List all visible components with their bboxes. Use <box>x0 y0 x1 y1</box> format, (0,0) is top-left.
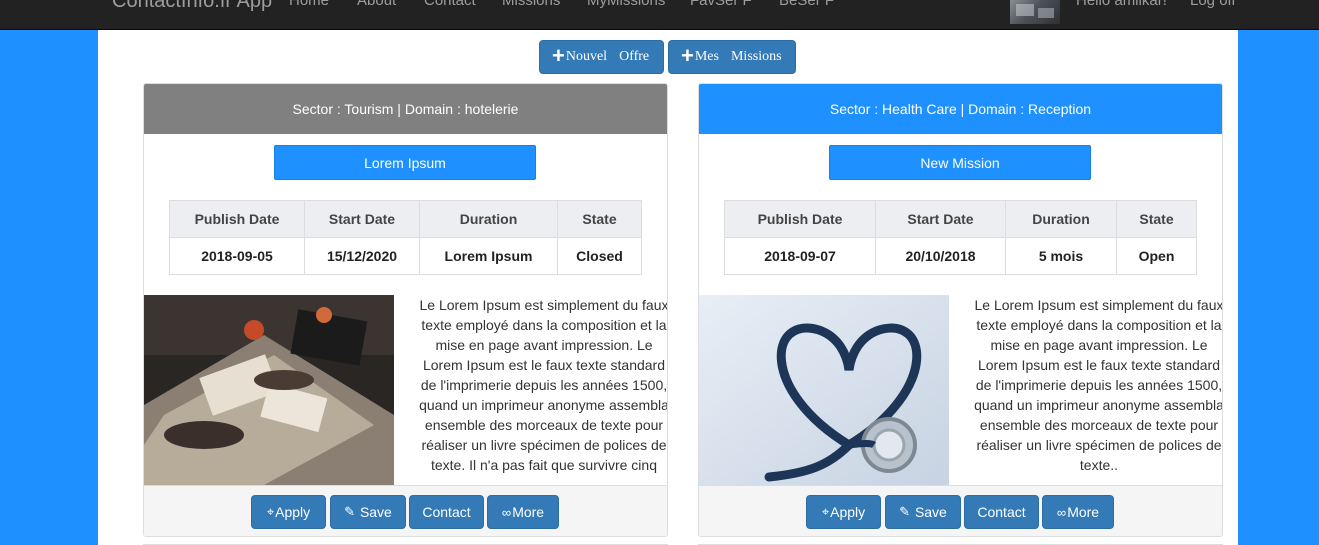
apply-button[interactable]: ⌖ Apply <box>251 495 326 529</box>
duration-cell: 5 mois <box>1005 237 1117 275</box>
new-offer-label-1: Nouvel <box>565 49 608 64</box>
glasses-icon: ∞ <box>501 504 512 520</box>
pushpin-icon: ✎ <box>899 504 911 519</box>
logout-link[interactable]: Log off <box>1190 0 1236 9</box>
main-container: + Nouvel Offre + Mes Missions Sector : T… <box>98 30 1238 545</box>
plus-icon: + <box>552 43 565 68</box>
heart-stethoscope-photo <box>699 295 949 485</box>
my-missions-label-1: Mes <box>694 49 719 64</box>
glasses-icon: ∞ <box>1056 504 1067 520</box>
crosshair-icon: ⌖ <box>266 504 275 519</box>
save-label: Save <box>359 504 392 520</box>
save-label: Save <box>914 504 947 520</box>
mission-title-button[interactable]: New Mission <box>829 145 1091 180</box>
card-footer: ⌖ Apply ✎ Save Contact ∞ More <box>144 485 667 536</box>
col-state: State <box>1116 200 1197 238</box>
publish-date-cell: 2018-09-07 <box>724 237 876 275</box>
publish-date-cell: 2018-09-05 <box>169 237 305 275</box>
mission-card-tourism: Sector : Tourism | Domain : hotelerie Lo… <box>143 83 668 537</box>
col-publish-date: Publish Date <box>169 200 305 238</box>
col-state: State <box>557 200 642 238</box>
apply-label: Apply <box>275 504 311 520</box>
crosshair-icon: ⌖ <box>821 504 830 519</box>
mission-info-table: Publish Date Start Date Duration State 2… <box>724 200 1197 275</box>
table-row: 2018-09-07 20/10/2018 5 mois Open <box>724 237 1197 275</box>
app-brand[interactable]: ContactInfo.fr App <box>112 0 272 13</box>
nav-link-about[interactable]: About <box>357 0 396 9</box>
table-row: 2018-09-05 15/12/2020 Lorem Ipsum Closed <box>169 237 642 275</box>
col-duration: Duration <box>1005 200 1117 238</box>
new-offer-button[interactable]: + Nouvel Offre <box>539 40 664 74</box>
card-header: Sector : Health Care | Domain : Receptio… <box>699 84 1222 134</box>
plus-icon: + <box>681 43 694 68</box>
mission-info-table: Publish Date Start Date Duration State 2… <box>169 200 642 275</box>
user-greeting[interactable]: Hello amilkar! <box>1076 0 1167 9</box>
nav-link-mymissions[interactable]: MyMissions <box>587 0 665 9</box>
state-cell: Closed <box>557 237 642 275</box>
mission-description: Le Lorem Ipsum est simplement du faux te… <box>419 297 668 473</box>
my-missions-button[interactable]: + Mes Missions <box>668 40 796 74</box>
apply-button[interactable]: ⌖ Apply <box>806 495 881 529</box>
state-cell: Open <box>1116 237 1197 275</box>
user-avatar[interactable] <box>1010 0 1060 24</box>
col-duration: Duration <box>419 200 558 238</box>
nav-link-contact[interactable]: Contact <box>424 0 476 9</box>
nav-link-missions[interactable]: Missions <box>502 0 560 9</box>
duration-cell: Lorem Ipsum <box>419 237 558 275</box>
card-header: Sector : Tourism | Domain : hotelerie <box>144 84 667 134</box>
nav-link-home[interactable]: Home <box>289 0 329 9</box>
start-date-cell: 20/10/2018 <box>875 237 1006 275</box>
contact-button[interactable]: Contact <box>409 495 484 529</box>
new-offer-label-2: Offre <box>619 49 650 64</box>
col-publish-date: Publish Date <box>724 200 876 238</box>
card-footer: ⌖ Apply ✎ Save Contact ∞ More <box>699 485 1222 536</box>
meeting-desk-photo <box>144 295 394 485</box>
top-navbar: ContactInfo.fr App Home About Contact Mi… <box>0 0 1319 30</box>
mission-card-health-care: Sector : Health Care | Domain : Receptio… <box>698 83 1223 537</box>
contact-button[interactable]: Contact <box>964 495 1039 529</box>
col-start-date: Start Date <box>875 200 1006 238</box>
more-label: More <box>1067 504 1100 520</box>
more-label: More <box>512 504 545 520</box>
pushpin-icon: ✎ <box>344 504 356 519</box>
nav-link-beser[interactable]: BeSer F <box>779 0 834 9</box>
apply-label: Apply <box>830 504 866 520</box>
save-button[interactable]: ✎ Save <box>330 495 406 529</box>
nav-link-favser[interactable]: FavSer F <box>690 0 752 9</box>
mission-description: Le Lorem Ipsum est simplement du faux te… <box>974 297 1223 473</box>
start-date-cell: 15/12/2020 <box>304 237 420 275</box>
my-missions-label-2: Missions <box>730 49 782 64</box>
mission-title-button[interactable]: Lorem Ipsum <box>274 145 536 180</box>
col-start-date: Start Date <box>304 200 420 238</box>
more-button[interactable]: ∞ More <box>1042 495 1114 529</box>
save-button[interactable]: ✎ Save <box>885 495 961 529</box>
more-button[interactable]: ∞ More <box>487 495 559 529</box>
